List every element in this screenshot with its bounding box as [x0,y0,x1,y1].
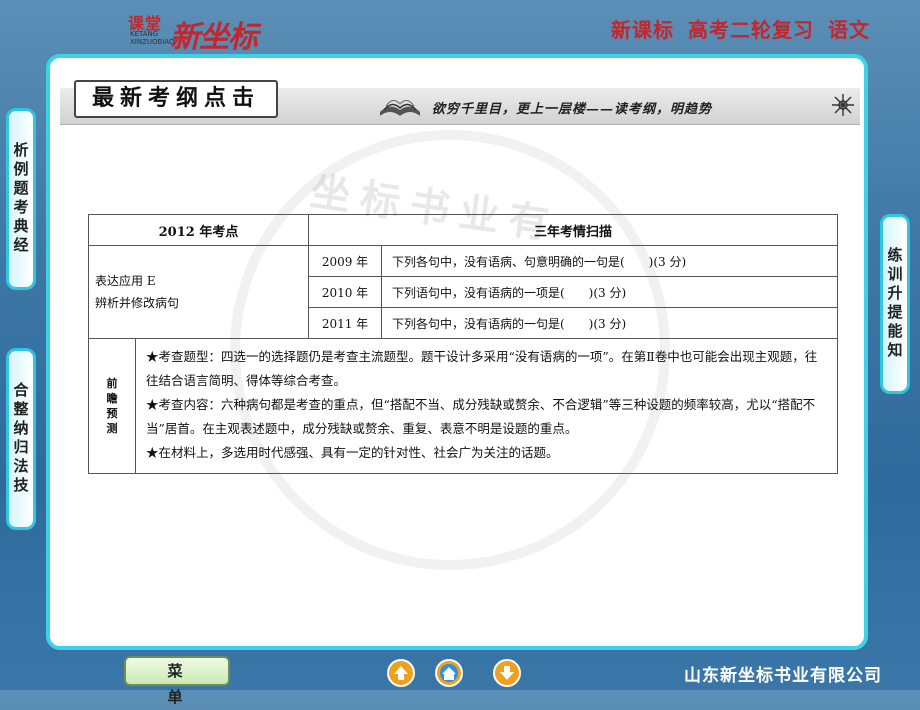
prediction-inner-table: 前瞻预测 ★考查题型：四选一的选择题仍是考查主流题型。题干设计多采用“没有语病的… [89,339,837,473]
side-tab-training[interactable]: 练训升提能知 [880,214,910,394]
prediction-item: ★考查题型：四选一的选择题仍是考查主流题型。题干设计多采用“没有语病的一项”。在… [146,349,818,388]
header-three-year-scan: 三年考情扫描 [308,214,838,246]
table-row: 表达应用 E 辨析并修改病句 2009 年 下列各句中，没有语病、句意明确的一句… [88,245,838,339]
question-cell: 下列各句中，没有语病、句意明确的一句是( )(3 分) [381,245,838,277]
side-tab-classic-examples[interactable]: 析例题考典经 [6,108,36,290]
header-exam-points: 2012 年考点 [88,214,309,246]
home-icon[interactable] [434,658,464,688]
prediction-item: ★考查内容：六种病句都是考查的重点，但“搭配不当、成分残缺或赘余、不合逻辑”等三… [146,397,816,436]
section-slogan: 欲穷千里目，更上一层楼——读考纲，明趋势 [432,102,713,117]
prediction-row: 前瞻预测 ★考查题型：四选一的选择题仍是考查主流题型。题干设计多采用“没有语病的… [88,338,838,474]
logo-xinzuobiao: 新坐标 [170,20,258,55]
section-banner: 最新考纲点击 欲穷千里目，更上一层楼——读考纲，明趋势 [60,80,860,125]
course-title-1: 新课标 [611,18,674,42]
logo-pinyin: KETANG XINZUOBIAO [130,30,175,46]
question-cell: 下列语句中，没有语病的一项是( )(3 分) [381,276,838,308]
course-title-2: 高考二轮复习 [688,18,814,42]
table-header-row: 2012 年考点 三年考情扫描 [88,214,838,246]
course-title: 新课标 高考二轮复习 语文 [597,14,870,43]
company-name: 山东新坐标书业有限公司 [684,666,882,686]
prediction-item: ★在材料上，多选用时代感强、具有一定的针对性、社会广为关注的话题。 [146,445,559,460]
exam-topic-cell: 表达应用 E 辨析并修改病句 [88,245,309,339]
open-book-icon [380,100,420,116]
content-frame: 坐标书业有 最新考纲点击 欲穷千里目，更上一层楼——读考纲，明趋势 2012 年… [46,54,868,650]
snowflake-icon [832,94,854,116]
year-cell: 2009 年 [308,245,382,277]
brand-logo: 课堂 KETANG XINZUOBIAO 新坐标 [128,10,278,55]
prediction-content: ★考查题型：四选一的选择题仍是考查主流题型。题干设计多采用“没有语病的一项”。在… [136,339,838,473]
side-tab-method-summary[interactable]: 合整纳归法技 [6,348,36,530]
question-cell: 下列各句中，没有语病的一句是( )(3 分) [381,307,838,339]
prediction-label: 前瞻预测 [89,339,136,473]
year-cell: 2011 年 [308,307,382,339]
exam-scan-table: 2012 年考点 三年考情扫描 表达应用 E 辨析并修改病句 2009 年 下列… [88,214,838,474]
exam-topic-line-1: 表达应用 E [95,274,156,288]
next-arrow-icon[interactable] [492,658,522,688]
section-title: 最新考纲点击 [74,80,279,118]
exam-topic-line-2: 辨析并修改病句 [95,296,180,310]
previous-arrow-icon[interactable] [386,658,416,688]
menu-button[interactable]: 菜单 [124,656,230,706]
course-title-3: 语文 [828,18,870,42]
year-cell: 2010 年 [308,276,382,308]
